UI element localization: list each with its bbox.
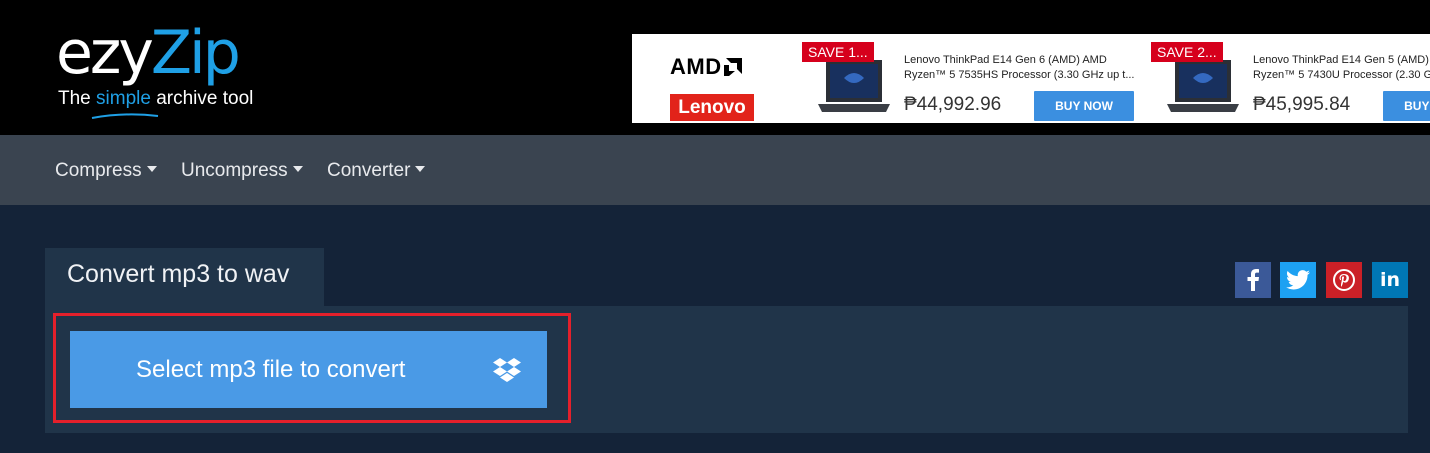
ad-product-card[interactable]: SAVE 2... Lenovo ThinkPad E14 Gen 5 (AMD…: [1151, 34, 1430, 123]
select-file-label: Select mp3 file to convert: [136, 356, 406, 383]
product-price: ₱45,995.84: [1253, 94, 1351, 115]
caret-down-icon: [146, 166, 157, 172]
lenovo-logo: Lenovo: [670, 94, 754, 121]
save-badge: SAVE 1...: [802, 42, 874, 62]
ad-product-card[interactable]: SAVE 1... Lenovo ThinkPad E14 Gen 6 (AMD…: [802, 34, 1152, 123]
save-badge: SAVE 2...: [1151, 42, 1223, 62]
ezyzip-logo[interactable]: ezyZip The simple archive tool: [56, 20, 276, 120]
nav-item-label: Converter: [327, 160, 411, 181]
nav-item-label: Uncompress: [181, 160, 288, 181]
twitter-icon: [1286, 270, 1310, 290]
buy-now-button[interactable]: BUY NOW: [1383, 91, 1430, 121]
linkedin-icon: in: [1379, 268, 1401, 291]
caret-down-icon: [415, 166, 426, 172]
tagline-suffix: archive tool: [150, 88, 254, 109]
facebook-icon: [1247, 269, 1259, 291]
advertisement-banner[interactable]: AMD Lenovo SAVE 1... Lenovo ThinkPad E14…: [632, 34, 1430, 123]
share-pinterest-button[interactable]: [1326, 262, 1362, 298]
laptop-image: [1167, 60, 1239, 112]
logo-word-ezy: ezy: [56, 18, 154, 88]
page-title: Convert mp3 to wav: [67, 260, 290, 288]
share-twitter-button[interactable]: [1280, 262, 1316, 298]
amd-logo-text: AMD: [670, 54, 722, 79]
tagline-highlight: simple: [96, 88, 151, 109]
laptop-image: [818, 60, 890, 112]
logo-word-zip: Zip: [150, 18, 241, 88]
caret-down-icon: [292, 166, 303, 172]
tagline-underline-swoosh: [91, 113, 159, 119]
logo-tagline: The simple archive tool: [58, 88, 253, 110]
product-title: Lenovo ThinkPad E14 Gen 6 (AMD) AMD Ryze…: [904, 54, 1135, 81]
tab-convert-mp3-to-wav: Convert mp3 to wav: [45, 248, 324, 306]
site-header: ezyZip The simple archive tool AMD Lenov…: [0, 0, 1430, 135]
main-navbar: Compress Uncompress Converter: [0, 135, 1430, 205]
nav-compress-dropdown[interactable]: Compress: [55, 160, 157, 182]
pinterest-icon: [1333, 269, 1355, 291]
nav-converter-dropdown[interactable]: Converter: [327, 160, 426, 182]
share-facebook-button[interactable]: [1235, 262, 1271, 298]
buy-now-button[interactable]: BUY NOW: [1034, 91, 1134, 121]
nav-item-label: Compress: [55, 160, 142, 181]
product-title: Lenovo ThinkPad E14 Gen 5 (AMD) AMD Ryze…: [1253, 54, 1430, 81]
amd-logo: AMD: [670, 54, 742, 80]
product-price: ₱44,992.96: [904, 94, 1002, 115]
select-file-button[interactable]: Select mp3 file to convert: [70, 331, 547, 408]
tagline-prefix: The: [58, 88, 97, 109]
nav-uncompress-dropdown[interactable]: Uncompress: [181, 160, 303, 182]
share-linkedin-button[interactable]: in: [1372, 262, 1408, 298]
logo-wordmark: ezyZip: [56, 18, 241, 88]
amd-arrow-icon: [723, 58, 742, 76]
dropbox-icon[interactable]: [493, 357, 521, 383]
